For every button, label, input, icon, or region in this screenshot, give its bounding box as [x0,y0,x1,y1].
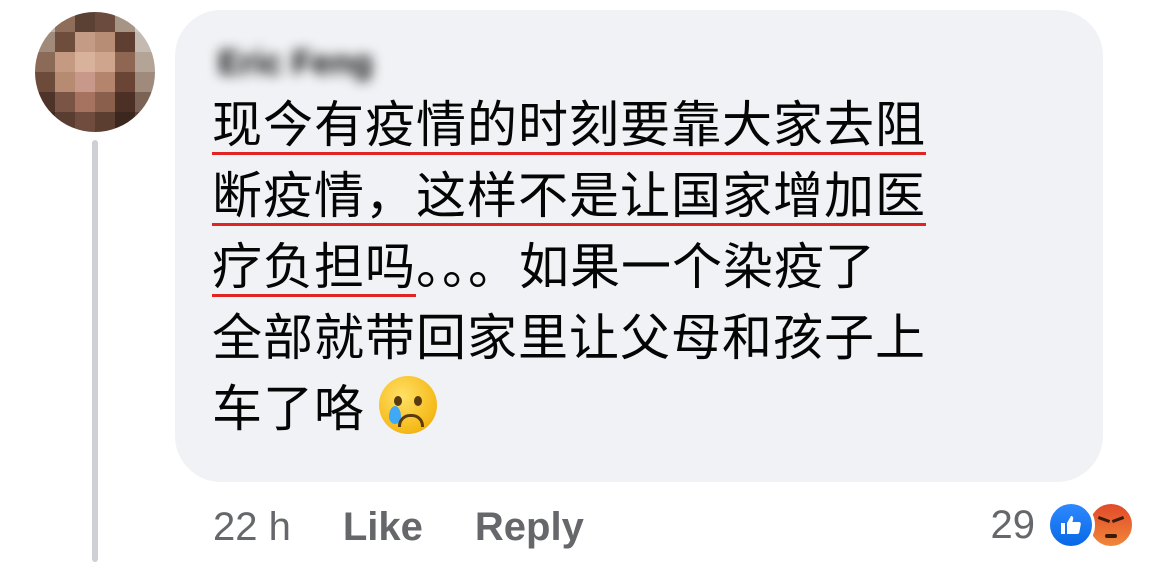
comment-timestamp[interactable]: 22 h [213,505,291,550]
comment-line-underlined-part: 疗负担吗 [212,238,416,296]
comment-line-rest: 。。。如果一个染疫了 [416,238,876,296]
like-button[interactable]: Like [343,505,423,550]
comment-line: 车了咯 [212,374,1082,445]
reply-button[interactable]: Reply [475,505,584,550]
author-name[interactable]: Eric Feng [218,44,373,83]
comment-author[interactable]: Eric Feng [218,38,418,88]
comment-line: 断疫情，这样不是让国家增加医 [212,167,926,225]
comment-line: 现今有疫情的时刻要靠大家去阻 [212,96,926,154]
reaction-count[interactable]: 29 [991,503,1036,548]
reactions-summary[interactable]: 29 [991,498,1135,552]
comment-line: 疗负担吗。。。如果一个染疫了 [212,232,1082,303]
like-icon [1047,501,1095,549]
avatar[interactable] [35,12,155,132]
comment-meta: 22 h Like Reply [213,500,584,554]
comment-line-text: 车了咯 [212,380,365,438]
crying-face-icon [379,376,437,434]
comment-line: 全部就带回家里让父母和孩子上 [212,309,926,367]
comment-text: 现今有疫情的时刻要靠大家去阻 断疫情，这样不是让国家增加医 疗负担吗。。。如果一… [212,90,1082,445]
thread-line [92,140,98,562]
